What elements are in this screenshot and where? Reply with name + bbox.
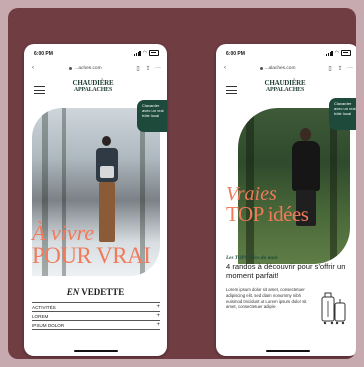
accordion-label: LOREM [32,313,49,319]
browser-url-bar: ‹ ...aches.com ▯ ⇪ ··· [28,62,163,74]
url-text: ...alaches.com [264,65,296,71]
wifi-icon: ◠ [334,50,339,56]
article-body: Lorem ipsum dolor sit amet, consectetuer… [226,287,307,310]
section-title: EN VEDETTE [24,287,167,297]
status-bar: 6:00 PM ◠ [24,44,167,60]
plus-icon: + [156,313,160,319]
hero-script-text: À vivre [32,220,95,245]
share-icon[interactable]: ⇪ [143,65,153,72]
section-title-prefix: EN [66,287,80,297]
hero-caps-text: POUR VRAI [32,243,151,268]
battery-icon [149,50,159,56]
accordion-row-ipsum-dolor[interactable]: IPSUM DOLOR + [32,320,160,330]
browser-url-bar: ‹ ...alaches.com ▯ ⇪ ··· [220,62,355,74]
accordion-row-lorem[interactable]: LOREM + [32,311,160,320]
more-icon[interactable]: ··· [345,65,355,71]
accordion-label: ACTIVITÉS [32,304,56,310]
address-field[interactable]: ...alaches.com [230,66,325,71]
battery-icon [341,50,351,56]
plus-icon: + [156,322,160,328]
logo-line2: APPALACHES [265,86,305,93]
accordion-list: ACTIVITÉS + LOREM + IPSUM DOLOR + [32,302,160,330]
phone-left: 6:00 PM ◠ ‹ ...aches.com ▯ ⇪ ··· CHAUDIÈ… [24,44,167,356]
logo-line1: CHAUDIÈRE [72,79,114,87]
accordion-row-activites[interactable]: ACTIVITÉS + [32,302,160,311]
article-label: Les TOPS idées du mois [226,255,278,261]
more-icon[interactable]: ··· [153,65,163,71]
hamburger-menu-icon[interactable] [226,86,237,97]
chat-badge[interactable]: Clavarder avec un vrai hôte local [137,100,167,132]
status-bar: 6:00 PM ◠ [216,44,356,60]
hero-script-text: Vraies [226,183,277,205]
logo-line1: CHAUDIÈRE [264,79,306,87]
address-field[interactable]: ...aches.com [38,66,133,71]
back-icon[interactable]: ‹ [220,65,230,71]
back-icon[interactable]: ‹ [28,65,38,71]
signal-icon [134,50,141,56]
luggage-icon [321,292,346,325]
canvas: 6:00 PM ◠ ‹ ...aches.com ▯ ⇪ ··· CHAUDIÈ… [8,8,356,359]
share-icon[interactable]: ⇪ [335,65,345,72]
signal-icon [326,50,333,56]
hamburger-menu-icon[interactable] [34,86,45,97]
section-title-main: VEDETTE [81,287,125,297]
status-time: 6:00 PM [226,51,245,57]
lock-icon [69,66,73,70]
site-logo[interactable]: CHAUDIÈRE APPALACHES [68,80,118,93]
status-time: 6:00 PM [34,51,53,57]
home-indicator [73,350,118,352]
accordion-label: IPSUM DOLOR [32,322,65,328]
url-text: ...aches.com [74,65,102,71]
status-icons: ◠ [326,50,351,56]
logo-line2: APPALACHES [73,86,113,93]
status-icons: ◠ [134,50,159,56]
wifi-icon: ◠ [142,50,147,56]
phone-right: 6:00 PM ◠ ‹ ...alaches.com ▯ ⇪ ··· CHAUD… [216,44,356,356]
hero-caps-text: TOP idées [226,202,309,226]
hiker-figure [92,136,120,246]
site-logo[interactable]: CHAUDIÈRE APPALACHES [260,80,310,93]
bookmark-icon[interactable]: ▯ [325,65,335,72]
lock-icon [259,66,263,70]
home-indicator [265,350,310,352]
chat-badge[interactable]: Clavarder avec un vrai hôte local [329,98,356,130]
plus-icon: + [156,304,160,310]
bookmark-icon[interactable]: ▯ [133,65,143,72]
article-title[interactable]: 4 randos à découvrir pour s'offrir un mo… [226,262,350,280]
